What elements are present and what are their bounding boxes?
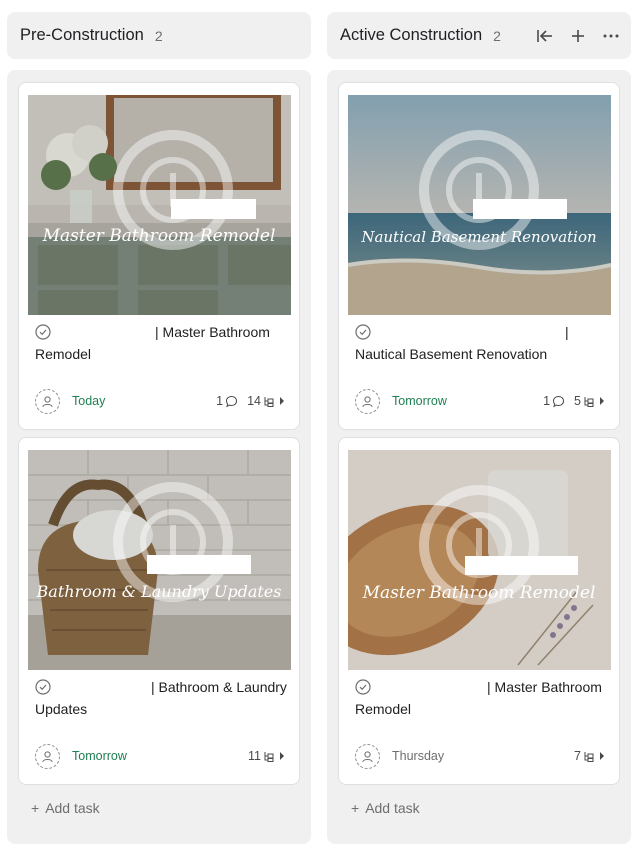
comment-count-value: 1	[543, 394, 551, 408]
subtask-icon	[584, 396, 594, 407]
task-card[interactable]: Master Bathroom Remodel | Master Bathroo…	[338, 437, 620, 785]
column-body: Master Bathroom Remodel | Master Bathroo…	[7, 70, 311, 844]
expand-caret-icon	[600, 397, 604, 405]
person-icon	[42, 750, 53, 762]
card-stats: 1 14	[207, 394, 285, 408]
task-card[interactable]: Bathroom & Laundry Updates | Bathroom & …	[18, 437, 300, 785]
assignee-avatar[interactable]	[35, 743, 60, 769]
subtask-icon	[584, 751, 594, 762]
subtask-count[interactable]: 5	[574, 394, 605, 408]
subtask-count[interactable]: 14	[247, 394, 285, 408]
task-title[interactable]: | Master Bathroom Remodel	[355, 676, 610, 720]
complete-check-icon[interactable]	[35, 324, 51, 340]
subtask-count-value: 7	[574, 749, 581, 763]
subtask-count-value: 14	[247, 394, 261, 408]
add-task-button[interactable]: + Add task	[31, 800, 100, 816]
plus-icon: +	[31, 800, 40, 816]
expand-caret-icon	[280, 752, 284, 760]
card-meta: Tomorrow 1 5	[355, 388, 605, 414]
card-meta: Thursday 7	[355, 743, 605, 769]
person-icon	[362, 750, 373, 762]
column-count: 2	[493, 27, 501, 44]
subtask-count[interactable]: 7	[574, 749, 605, 763]
subtask-count-value: 5	[574, 394, 581, 408]
add-task-label: Add task	[365, 800, 420, 816]
card-stats: 7	[565, 749, 605, 763]
column-header[interactable]: Pre-Construction 2	[7, 12, 311, 59]
card-cover-image: Nautical Basement Renovation	[348, 95, 611, 315]
due-date[interactable]: Today	[72, 394, 105, 408]
cover-script-text: Master Bathroom Remodel	[362, 583, 596, 603]
complete-check-icon[interactable]	[355, 679, 371, 695]
comment-count-value: 1	[216, 394, 224, 408]
subtask-icon	[264, 396, 274, 407]
cover-script-text: Master Bathroom Remodel	[42, 226, 276, 246]
add-task-button[interactable]: + Add task	[351, 800, 420, 816]
subtask-icon	[264, 751, 274, 762]
comment-icon	[553, 395, 565, 407]
complete-check-icon[interactable]	[355, 324, 371, 340]
person-icon	[362, 395, 373, 407]
expand-caret-icon	[600, 752, 604, 760]
comment-count[interactable]: 1	[216, 394, 238, 408]
assignee-avatar[interactable]	[35, 388, 60, 414]
task-card[interactable]: Master Bathroom Remodel | Master Bathroo…	[18, 82, 300, 430]
column-count: 2	[154, 27, 163, 44]
column-header[interactable]: Active Construction 2	[327, 12, 631, 59]
card-meta: Tomorrow 11	[35, 743, 285, 769]
person-icon	[42, 395, 53, 407]
plus-icon: +	[351, 800, 360, 816]
task-card[interactable]: Nautical Basement Renovation | Nautical …	[338, 82, 620, 430]
subtask-count[interactable]: 11	[248, 749, 285, 763]
comment-icon	[226, 395, 238, 407]
comment-count[interactable]: 1	[543, 394, 565, 408]
due-date[interactable]: Tomorrow	[72, 749, 127, 763]
card-stats: 1 5	[534, 394, 605, 408]
cover-script-text: Nautical Basement Renovation	[360, 228, 596, 246]
complete-check-icon[interactable]	[35, 679, 51, 695]
subtask-count-value: 11	[248, 749, 261, 763]
task-title-text: | Master Bathroom Remodel	[355, 679, 602, 717]
due-date[interactable]: Tomorrow	[392, 394, 447, 408]
plus-icon[interactable]	[567, 25, 588, 46]
add-task-label: Add task	[45, 800, 100, 816]
collapse-column-icon[interactable]	[534, 25, 555, 46]
task-title[interactable]: | Nautical Basement Renovation	[355, 321, 610, 365]
card-cover-image: Bathroom & Laundry Updates	[28, 450, 291, 670]
card-cover-image: Master Bathroom Remodel	[28, 95, 291, 315]
more-options-icon[interactable]	[600, 25, 621, 46]
task-title[interactable]: | Master Bathroom Remodel	[35, 321, 290, 365]
assignee-avatar[interactable]	[355, 388, 380, 414]
column-title: Active Construction	[340, 26, 483, 44]
expand-caret-icon	[280, 397, 284, 405]
task-title-text: | Bathroom & Laundry Updates	[35, 679, 287, 717]
card-cover-image: Master Bathroom Remodel	[348, 450, 611, 670]
task-title-text: | Nautical Basement Renovation	[355, 324, 569, 362]
card-stats: 11	[239, 749, 285, 763]
assignee-avatar[interactable]	[355, 743, 380, 769]
column-body: Nautical Basement Renovation | Nautical …	[327, 70, 631, 844]
column-title: Pre-Construction	[20, 26, 144, 44]
task-title-text: | Master Bathroom Remodel	[35, 324, 270, 362]
card-meta: Today 1 14	[35, 388, 285, 414]
cover-script-text: Bathroom & Laundry Updates	[36, 582, 282, 601]
column-actions	[534, 12, 621, 59]
due-date[interactable]: Thursday	[392, 749, 444, 763]
task-title[interactable]: | Bathroom & Laundry Updates	[35, 676, 290, 720]
